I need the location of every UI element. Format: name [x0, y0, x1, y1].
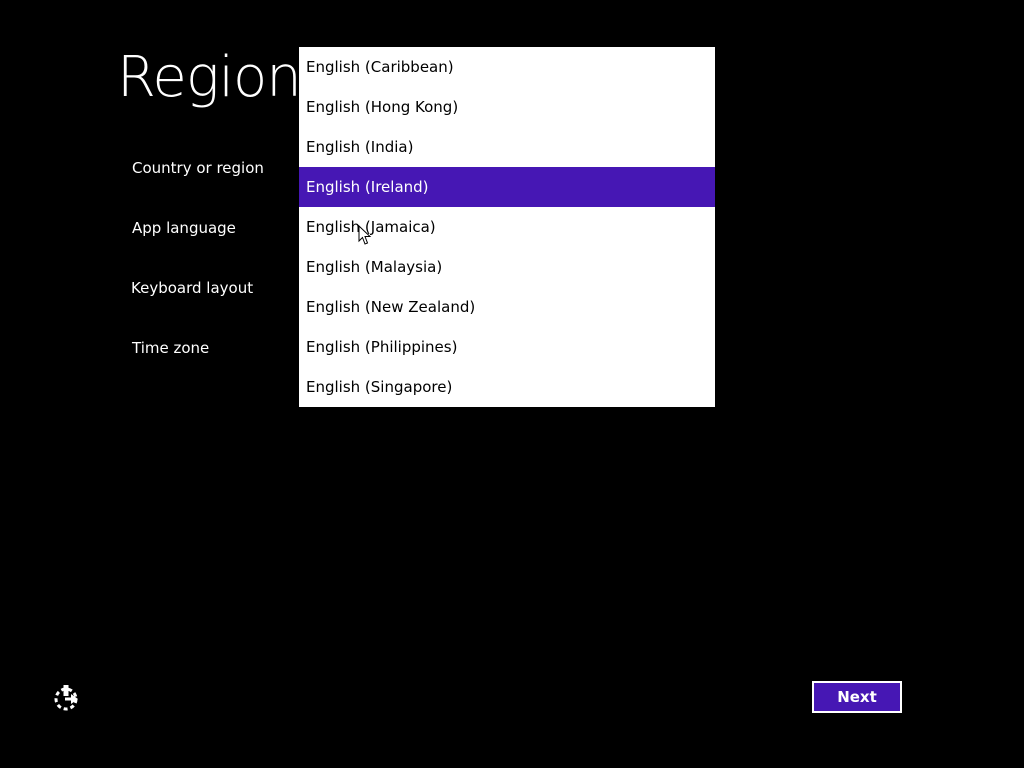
dropdown-option-india[interactable]: English (India)	[299, 127, 715, 167]
ease-of-access-icon[interactable]	[52, 684, 80, 712]
time-zone-label: Time zone	[132, 339, 210, 357]
dropdown-option-new-zealand[interactable]: English (New Zealand)	[299, 287, 715, 327]
dropdown-option-philippines[interactable]: English (Philippines)	[299, 327, 715, 367]
dropdown-option-jamaica[interactable]: English (Jamaica)	[299, 207, 715, 247]
app-language-label: App language	[132, 219, 236, 237]
dropdown-option-ireland-selected[interactable]: English (Ireland)	[299, 167, 715, 207]
next-button[interactable]: Next	[812, 681, 902, 713]
keyboard-layout-label: Keyboard layout	[131, 279, 254, 297]
country-dropdown-list[interactable]: English (Caribbean) English (Hong Kong) …	[299, 47, 715, 407]
country-or-region-label: Country or region	[132, 159, 264, 177]
dropdown-option-caribbean[interactable]: English (Caribbean)	[299, 47, 715, 87]
dropdown-option-malaysia[interactable]: English (Malaysia)	[299, 247, 715, 287]
dropdown-option-hong-kong[interactable]: English (Hong Kong)	[299, 87, 715, 127]
page-title: Region	[117, 45, 302, 110]
setup-screen: Region Country or region App language Ke…	[0, 0, 1024, 768]
dropdown-option-singapore[interactable]: English (Singapore)	[299, 367, 715, 407]
